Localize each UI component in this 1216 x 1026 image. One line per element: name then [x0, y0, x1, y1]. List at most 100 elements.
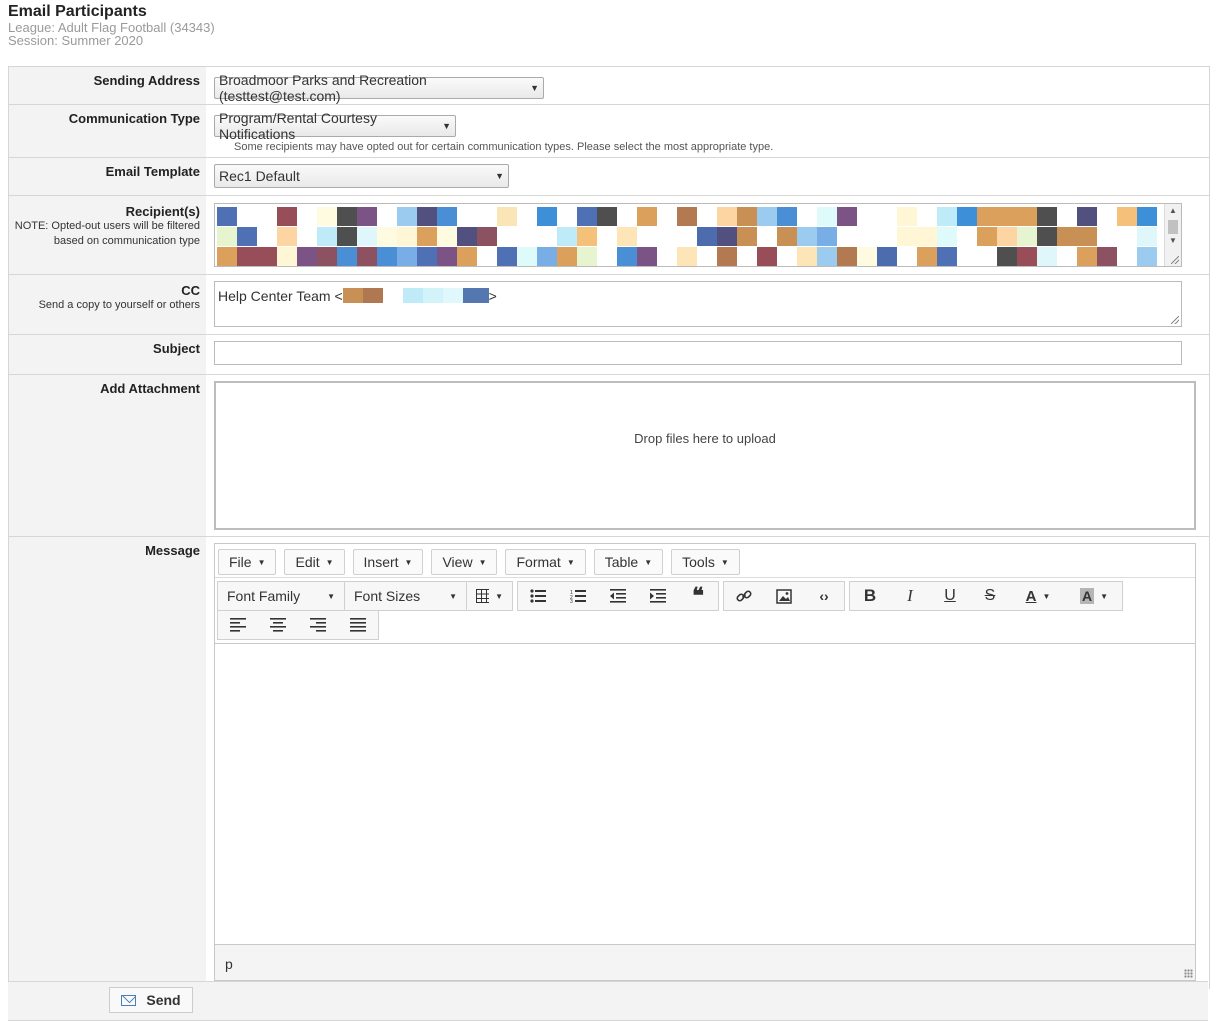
italic-button[interactable]: I	[890, 582, 930, 610]
redacted-pixel	[1057, 227, 1077, 246]
strikethrough-button[interactable]: S	[970, 582, 1010, 610]
blockquote-button[interactable]: ❝	[678, 582, 718, 610]
menu-tools[interactable]: Tools ▼	[671, 549, 740, 575]
code-button[interactable]: ‹›	[804, 582, 844, 610]
resize-handle[interactable]	[1184, 969, 1193, 978]
text-color-button[interactable]: A ▼	[1010, 582, 1066, 610]
redacted-pixel	[637, 247, 657, 266]
menu-file[interactable]: File ▼	[218, 549, 277, 575]
redacted-pixel	[277, 207, 297, 226]
email-template-row: Email Template Rec1 Default ▼	[9, 158, 1209, 196]
menu-edit[interactable]: Edit ▼	[284, 549, 345, 575]
send-button[interactable]: Send	[109, 987, 193, 1013]
font-size-select[interactable]: Font Sizes ▼	[344, 582, 466, 610]
redacted-pixel	[577, 227, 597, 246]
redacted-pixel	[437, 227, 457, 246]
redacted-pixel	[757, 247, 777, 266]
email-template-select[interactable]: Rec1 Default ▼	[214, 164, 509, 188]
redacted-pixel	[857, 247, 877, 266]
background-color-button[interactable]: A ▼	[1066, 582, 1122, 610]
redacted-pixel	[677, 207, 697, 226]
communication-type-select[interactable]: Program/Rental Courtesy Notifications ▼	[214, 110, 456, 142]
redacted-pixel	[637, 207, 657, 226]
message-body[interactable]	[215, 644, 1195, 944]
cc-note: Send a copy to yourself or others	[38, 299, 200, 311]
redacted-pixel	[1037, 227, 1057, 246]
cc-row: CC Send a copy to yourself or others Hel…	[9, 275, 1209, 335]
redacted-pixel	[477, 227, 497, 246]
redacted-pixel	[437, 207, 457, 226]
communication-type-row: Communication Type Program/Rental Courte…	[9, 105, 1209, 158]
menu-edit-label: Edit	[295, 554, 320, 570]
scroll-up-icon: ▲	[1169, 206, 1177, 215]
redacted-pixel	[457, 227, 477, 246]
outdent-button[interactable]	[598, 582, 638, 610]
cc-field[interactable]: Help Center Team < >	[214, 281, 1182, 327]
svg-text:3: 3	[570, 599, 573, 603]
redacted-pixel	[757, 207, 777, 226]
strikethrough-icon: S	[984, 587, 996, 604]
redacted-pixel	[837, 207, 857, 226]
chevron-down-icon: ▼	[1100, 591, 1109, 601]
menu-format[interactable]: Format ▼	[505, 549, 586, 575]
numbered-list-button[interactable]: 123	[558, 582, 598, 610]
redacted-pixel	[557, 247, 577, 266]
quote-icon: ❝	[692, 583, 704, 609]
bullet-list-icon	[530, 589, 546, 603]
redacted-pixel	[817, 227, 837, 246]
redacted-pixel	[957, 207, 977, 226]
redacted-pixel	[817, 207, 837, 226]
redacted-pixel	[537, 207, 557, 226]
bullet-list-button[interactable]	[518, 582, 558, 610]
table-button[interactable]: ▼	[466, 582, 512, 610]
redacted-pixel	[977, 227, 997, 246]
file-dropzone[interactable]: Drop files here to upload	[214, 381, 1196, 530]
recipients-box[interactable]: ▲ ▼	[214, 203, 1182, 267]
align-center-button[interactable]	[258, 611, 298, 639]
menu-view[interactable]: View ▼	[431, 549, 498, 575]
redacted-pixel	[917, 247, 937, 266]
chevron-down-icon: ▼	[1042, 591, 1051, 601]
sending-address-select[interactable]: Broadmoor Parks and Recreation (testtest…	[214, 72, 544, 104]
element-path[interactable]: p	[225, 956, 233, 972]
redacted-pixel	[917, 227, 937, 246]
resize-handle[interactable]	[1171, 256, 1179, 264]
redacted-pixel	[537, 247, 557, 266]
bold-button[interactable]: B	[850, 582, 890, 610]
redacted-pixel	[1037, 247, 1057, 266]
redacted-pixel	[257, 247, 277, 266]
indent-button[interactable]	[638, 582, 678, 610]
message-label: Message	[145, 543, 200, 558]
align-justify-button[interactable]	[338, 611, 378, 639]
align-center-icon	[270, 618, 286, 632]
scroll-down-icon: ▼	[1169, 236, 1177, 245]
communication-type-label: Communication Type	[68, 111, 200, 126]
redacted-pixel	[737, 207, 757, 226]
rich-text-editor: File ▼ Edit ▼ Insert ▼ View ▼ Format ▼ Table ▼…	[214, 543, 1196, 981]
menu-insert[interactable]: Insert ▼	[352, 549, 424, 575]
align-left-button[interactable]	[218, 611, 258, 639]
redacted-pixel	[217, 247, 237, 266]
link-button[interactable]	[724, 582, 764, 610]
bold-icon: B	[863, 586, 877, 605]
code-icon: ‹›	[819, 588, 829, 604]
redacted-pixel	[1117, 207, 1137, 226]
redacted-pixel	[357, 247, 377, 266]
align-justify-icon	[350, 618, 366, 632]
subject-input[interactable]	[214, 341, 1182, 365]
resize-handle[interactable]	[1171, 316, 1179, 324]
redacted-pixel	[217, 207, 237, 226]
indent-icon	[650, 589, 666, 603]
redacted-pixel	[1077, 247, 1097, 266]
align-right-button[interactable]	[298, 611, 338, 639]
menu-table[interactable]: Table ▼	[593, 549, 664, 575]
font-family-select[interactable]: Font Family ▼	[218, 582, 344, 610]
image-button[interactable]	[764, 582, 804, 610]
redacted-pixel	[417, 227, 437, 246]
redacted-pixel	[217, 227, 237, 246]
scroll-thumb[interactable]	[1168, 220, 1178, 234]
underline-button[interactable]: U	[930, 582, 970, 610]
redacted-pixel	[397, 227, 417, 246]
redacted-pixel	[337, 247, 357, 266]
font-group: Font Family ▼ Font Sizes ▼ ▼	[217, 581, 513, 611]
